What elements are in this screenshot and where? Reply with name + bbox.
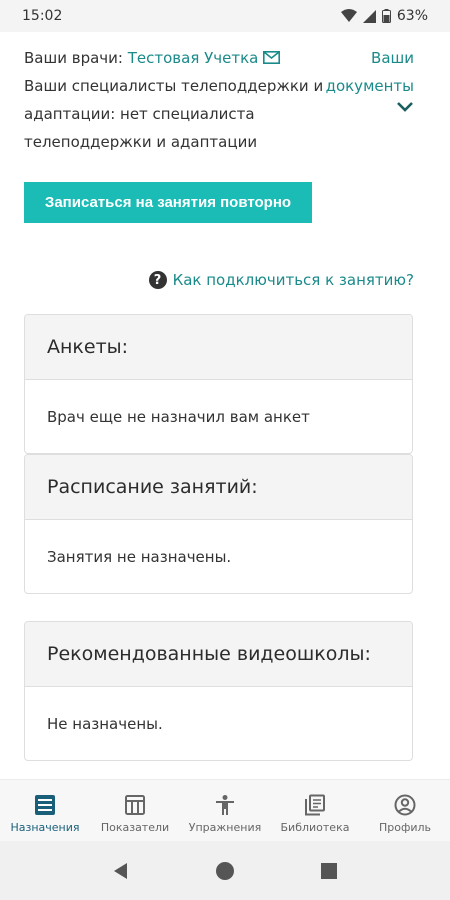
status-time: 15:02 — [22, 8, 63, 24]
list-icon — [35, 795, 55, 815]
nav-label: Показатели — [100, 821, 170, 834]
bottom-nav: Назначения Показатели Упражнения Библиот… — [0, 779, 450, 841]
doctor-name-link[interactable]: Тестовая Учетка — [128, 49, 259, 67]
schedule-text: Занятия не назначены. — [47, 547, 232, 566]
nav-label: Профиль — [378, 821, 432, 834]
nav-label: Упражнения — [188, 821, 262, 834]
specialists-text: Ваши специалисты телеподдержки и адаптац… — [24, 77, 324, 151]
back-icon[interactable] — [113, 862, 129, 880]
doctors-info: Ваши врачи: Тестовая Учетка Ваши специал… — [24, 44, 324, 156]
status-bar: 15:02 63% — [0, 0, 450, 32]
video-schools-text: Не назначены. — [47, 714, 163, 733]
questionnaires-card: Анкеты: Врач еще не назначил вам анкет — [24, 314, 413, 454]
system-nav-bar — [0, 841, 450, 900]
chevron-down-icon[interactable] — [396, 100, 414, 114]
help-link-label: Как подключиться к занятию? — [172, 271, 414, 289]
nav-item-indicators[interactable]: Показатели — [93, 794, 178, 834]
profile-icon — [394, 794, 416, 816]
mail-icon[interactable] — [263, 51, 281, 64]
battery-icon — [381, 9, 391, 23]
video-schools-title: Рекомендованные видеошколы: — [25, 622, 412, 687]
help-link[interactable]: ? Как подключиться к занятию? — [148, 271, 414, 289]
battery-percent: 63% — [396, 8, 428, 24]
person-icon — [216, 795, 234, 815]
signal-icon — [362, 9, 376, 23]
nav-item-assignments[interactable]: Назначения — [3, 794, 88, 834]
nav-item-profile[interactable]: Профиль — [363, 794, 448, 834]
rebook-button[interactable]: Записаться на занятия повторно — [24, 182, 312, 223]
nav-item-exercises[interactable]: Упражнения — [183, 794, 268, 834]
schedule-card: Расписание занятий: Занятия не назначены… — [24, 454, 413, 594]
video-schools-card: Рекомендованные видеошколы: Не назначены… — [24, 621, 413, 761]
doctors-label: Ваши врачи: — [24, 49, 123, 67]
home-icon[interactable] — [215, 861, 235, 881]
questionnaires-title: Анкеты: — [25, 315, 412, 380]
question-icon: ? — [148, 271, 167, 289]
wifi-icon — [340, 9, 357, 22]
library-icon — [305, 794, 325, 816]
chart-icon — [125, 795, 145, 815]
questionnaires-text: Врач еще не назначил вам анкет — [47, 407, 310, 426]
documents-link[interactable]: Ваши документы — [304, 44, 414, 100]
schedule-title: Расписание занятий: — [25, 455, 412, 520]
status-icons: 63% — [340, 8, 428, 24]
recents-icon[interactable] — [321, 862, 337, 879]
nav-item-library[interactable]: Библиотека — [273, 794, 358, 834]
nav-label: Назначения — [10, 821, 80, 834]
nav-label: Библиотека — [280, 821, 350, 834]
